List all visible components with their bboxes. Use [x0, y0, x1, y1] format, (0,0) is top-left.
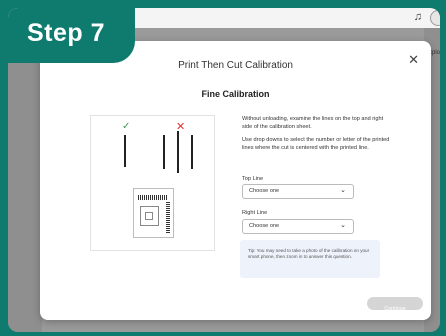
top-line-value: Choose one: [249, 188, 280, 194]
check-icon: ✓: [122, 121, 131, 132]
right-marks: [166, 202, 170, 233]
instruction-text: Without unloading, examine the lines on …: [242, 116, 384, 130]
tip-text: Tip: You may need to take a photo of the…: [248, 248, 370, 260]
top-line-select[interactable]: Choose one ⌄: [242, 184, 354, 199]
correct-cut-line: [124, 135, 126, 167]
instructions-panel: Without unloading, examine the lines on …: [242, 115, 392, 157]
app-left-panel: [8, 28, 42, 332]
bell-icon[interactable]: ♫: [414, 11, 422, 23]
inner-box: [145, 212, 153, 220]
incorrect-cut-line: [191, 135, 193, 169]
right-line-value: Choose one: [249, 223, 280, 229]
continue-button[interactable]: Continue: [367, 297, 423, 312]
incorrect-cut-line: [177, 131, 179, 173]
right-line-label: Right Line: [242, 210, 268, 216]
continue-label: Continue: [384, 306, 406, 312]
top-marks: [138, 195, 168, 200]
calibration-sheet-diagram: [133, 188, 174, 238]
tip-box: Tip: You may need to take a photo of the…: [240, 240, 380, 278]
instruction-text: Use drop downs to select the number or l…: [242, 137, 390, 151]
step-badge: Step 7: [8, 8, 135, 63]
incorrect-cut-line: [163, 135, 165, 169]
close-icon[interactable]: ✕: [408, 52, 419, 68]
top-line-label: Top Line: [242, 176, 264, 182]
chevron-down-icon: ⌄: [340, 187, 346, 194]
calibration-dialog: Print Then Cut Calibration ✕ Fine Calibr…: [40, 41, 431, 320]
dialog-subtitle: Fine Calibration: [201, 89, 270, 99]
step-badge-label: Step 7: [27, 19, 106, 47]
avatar[interactable]: [430, 10, 440, 26]
chevron-down-icon: ⌄: [340, 222, 346, 229]
calibration-illustration: ✓ ✕: [90, 115, 215, 251]
right-line-select[interactable]: Choose one ⌄: [242, 219, 354, 234]
